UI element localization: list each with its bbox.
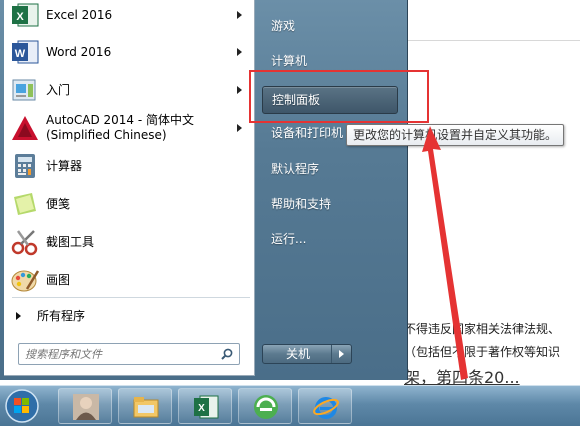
document-text-line: （包括但不限于著作权等知识 [404, 345, 561, 359]
snipping-tool-icon [10, 227, 40, 257]
program-item-snipping-tool[interactable]: 截图工具 [4, 224, 254, 260]
paint-icon [10, 265, 40, 295]
document-divider [404, 40, 580, 41]
submenu-arrow-icon [237, 48, 242, 56]
right-item-games[interactable]: 游戏 [262, 14, 402, 38]
submenu-arrow-icon [237, 86, 242, 94]
calculator-icon [10, 151, 40, 181]
right-item-run[interactable]: 运行... [262, 227, 402, 251]
submenu-arrow-icon [237, 11, 242, 19]
right-item-default-programs[interactable]: 默认程序 [262, 157, 402, 181]
getting-started-icon [10, 75, 40, 105]
all-programs-button[interactable]: 所有程序 [4, 304, 254, 328]
control-panel-tooltip: 更改您的计算机设置并自定义其功能。 [346, 124, 565, 146]
user-photo-icon [73, 394, 99, 420]
autocad-icon [10, 113, 40, 143]
program-item-excel[interactable]: X Excel 2016 [4, 0, 254, 33]
search-input[interactable] [25, 345, 215, 363]
taskbar-internet-explorer-button[interactable] [298, 388, 352, 424]
svg-text:X: X [16, 11, 24, 23]
shutdown-options-button[interactable] [331, 345, 351, 363]
shutdown-button[interactable]: 关机 [263, 345, 333, 363]
360-browser-icon [254, 395, 278, 419]
shutdown-button-group: 关机 [262, 344, 352, 364]
programs-separator [12, 297, 250, 298]
annotation-highlight-box [249, 70, 429, 123]
svg-text:W: W [15, 48, 26, 60]
submenu-arrow-icon [237, 124, 242, 132]
word-icon: W [10, 37, 40, 67]
taskbar-excel-button[interactable]: X [178, 388, 232, 424]
expand-arrow-icon [16, 312, 21, 320]
internet-explorer-icon [313, 397, 339, 419]
file-explorer-icon [133, 397, 159, 418]
start-menu: X Excel 2016 W Word 2016 入门 AutoCAD 2014… [0, 0, 408, 380]
taskbar-file-explorer-button[interactable] [118, 388, 172, 424]
chevron-right-icon [339, 350, 344, 358]
program-item-word[interactable]: W Word 2016 [4, 34, 254, 70]
taskbar: X [0, 385, 580, 426]
search-icon[interactable] [221, 348, 233, 360]
document-text-line: 不得违反国家相关法律法规、 [404, 322, 561, 336]
program-item-paint[interactable]: 画图 [4, 262, 254, 298]
excel-icon: X [194, 395, 219, 419]
program-item-autocad[interactable]: AutoCAD 2014 - 简体中文 (Simplified Chinese) [4, 110, 254, 146]
search-box[interactable] [18, 343, 240, 365]
programs-panel: X Excel 2016 W Word 2016 入门 AutoCAD 2014… [4, 0, 255, 376]
taskbar-user-photo-button[interactable] [58, 388, 112, 424]
program-item-getting-started[interactable]: 入门 [4, 72, 254, 108]
program-item-calculator[interactable]: 计算器 [4, 148, 254, 184]
right-item-help-support[interactable]: 帮助和支持 [262, 192, 402, 216]
program-item-sticky-notes[interactable]: 便笺 [4, 186, 254, 222]
start-orb-icon[interactable] [3, 388, 41, 424]
excel-icon: X [10, 0, 40, 30]
sticky-notes-icon [10, 189, 40, 219]
svg-text:X: X [198, 403, 205, 414]
taskbar-360-browser-button[interactable] [238, 388, 292, 424]
